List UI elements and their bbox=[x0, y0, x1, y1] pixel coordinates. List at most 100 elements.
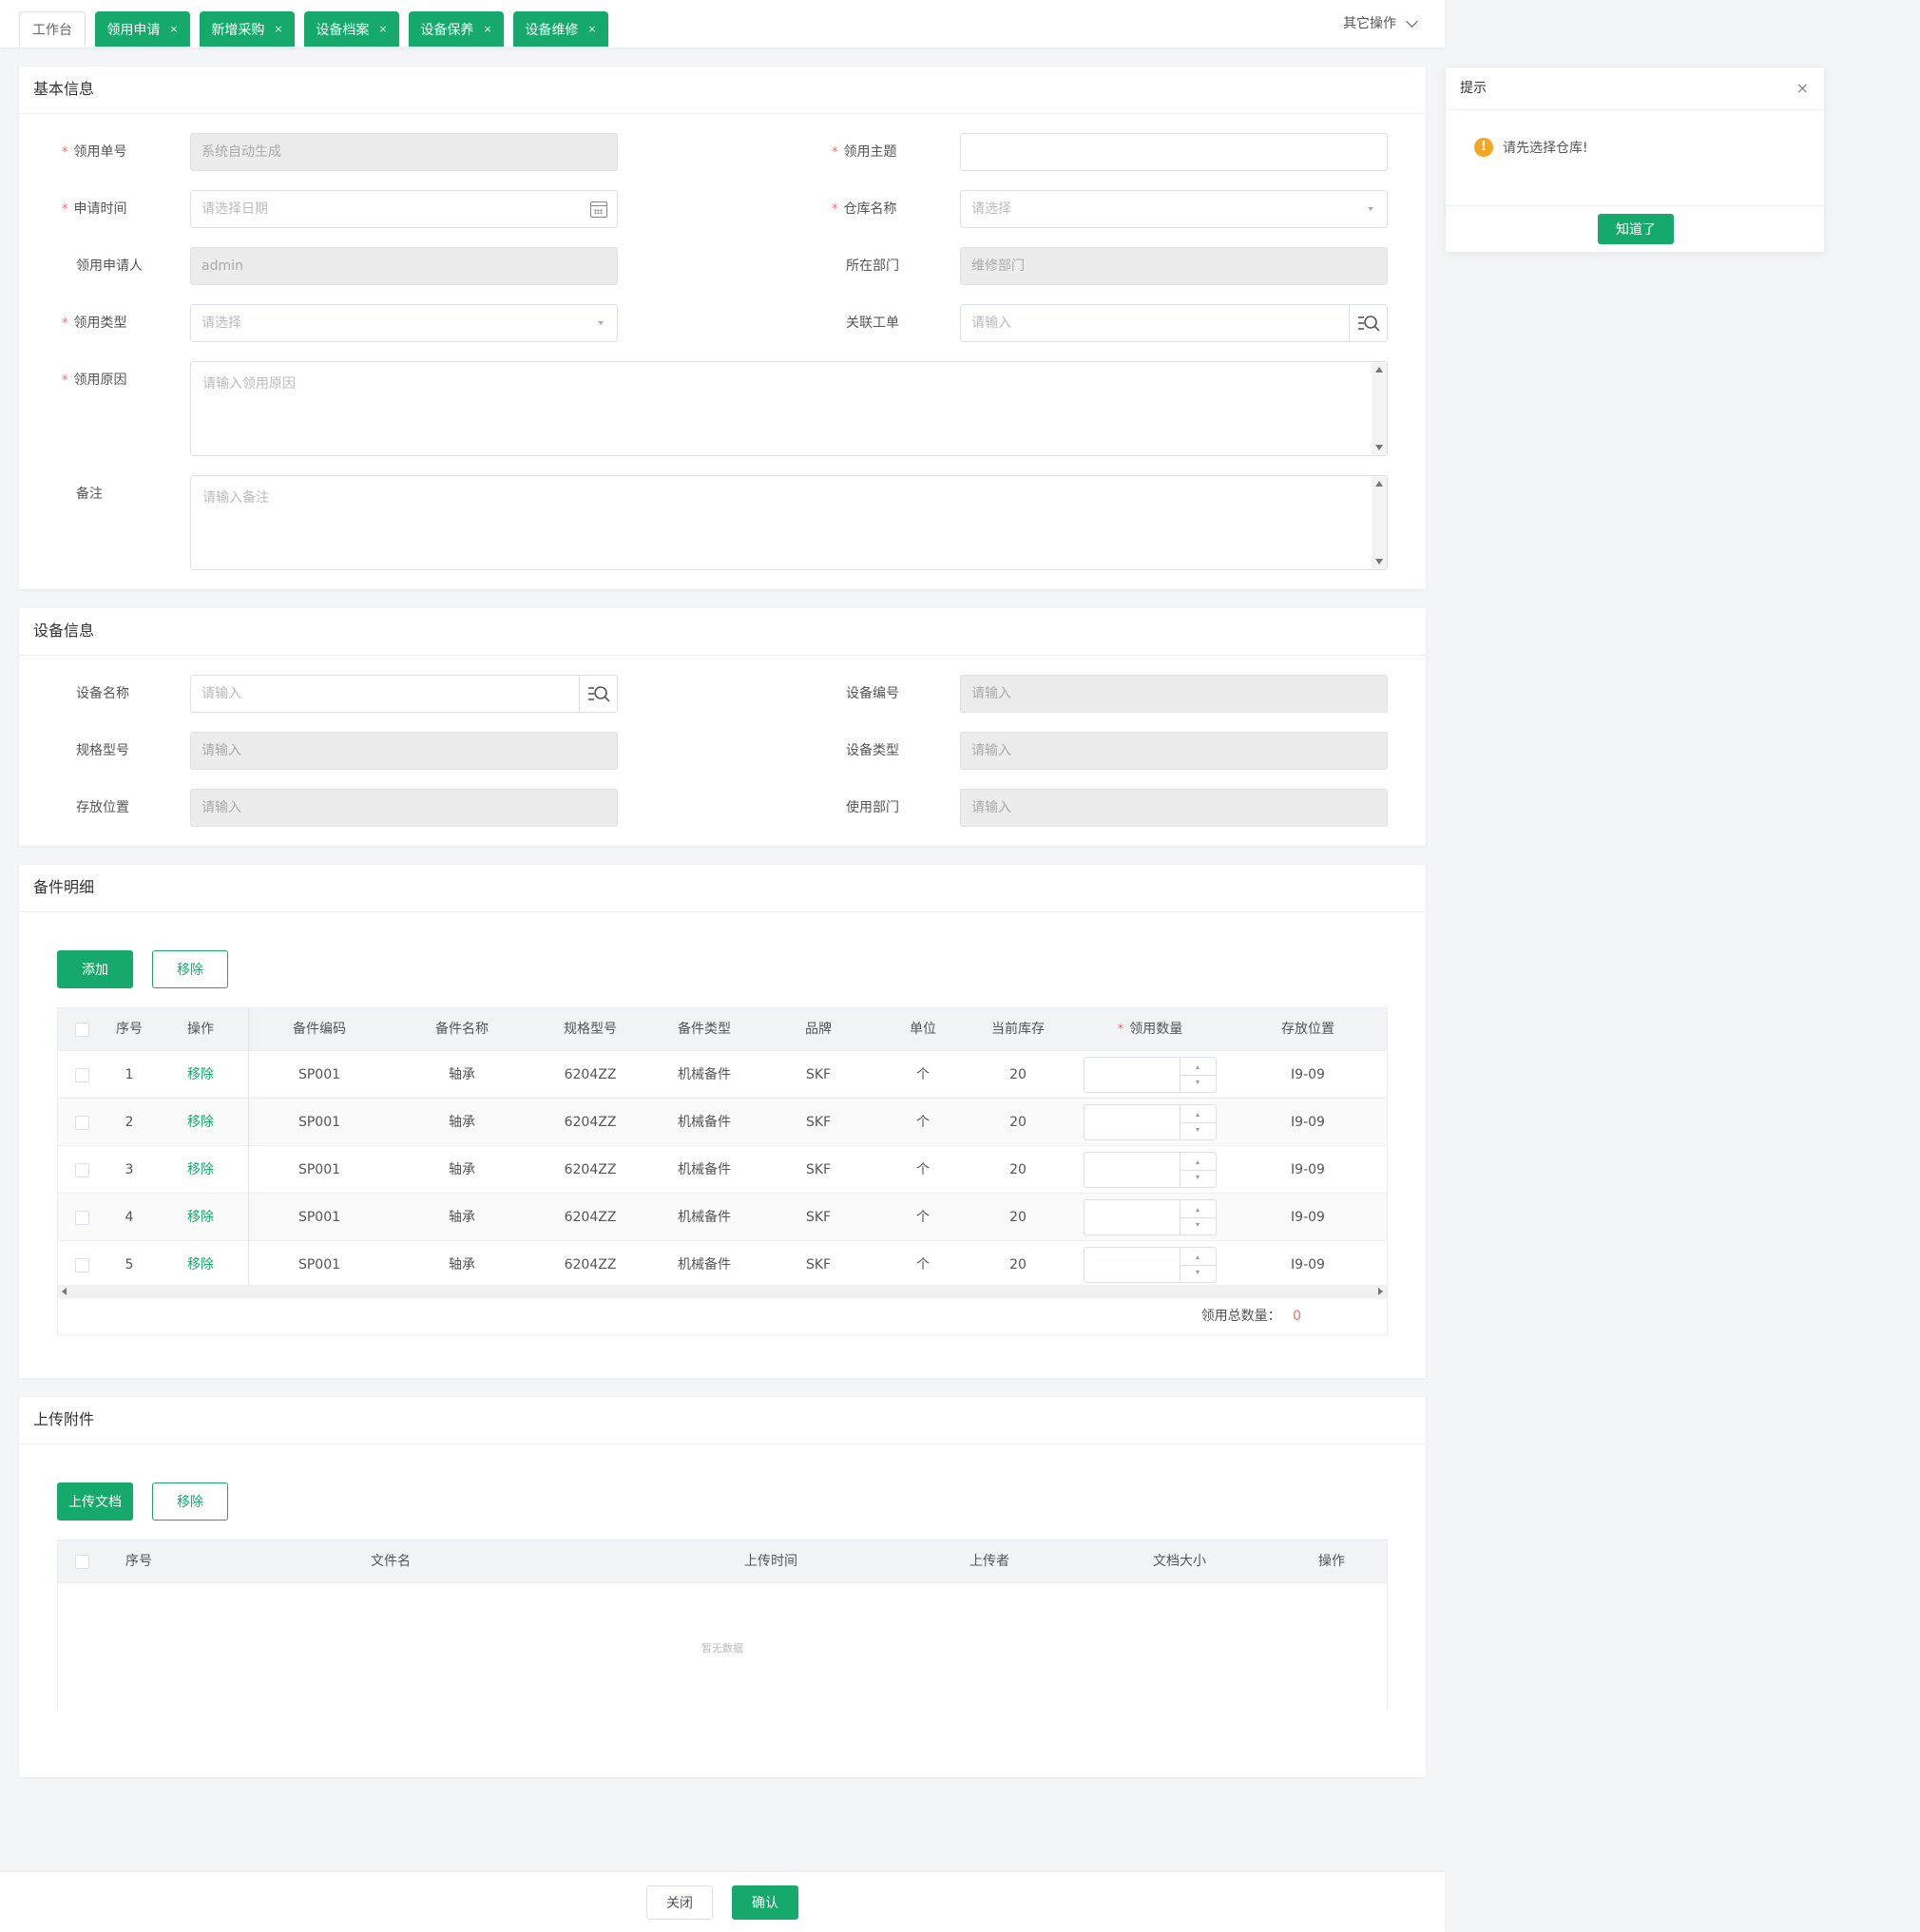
tab-device-archive[interactable]: 设备档案 × bbox=[304, 11, 399, 47]
col-header: 文件名 bbox=[371, 1554, 411, 1569]
col-header: 单位 bbox=[910, 1022, 936, 1037]
select-all-checkbox-cell[interactable] bbox=[58, 1008, 106, 1051]
decrement-icon[interactable] bbox=[1196, 1128, 1200, 1132]
confirm-button[interactable]: 确认 bbox=[732, 1885, 798, 1920]
part-name: 轴承 bbox=[449, 1257, 475, 1272]
scroll-down-icon[interactable] bbox=[1375, 445, 1383, 450]
location-label: 存放位置 bbox=[76, 800, 129, 815]
quantity-stepper[interactable] bbox=[1084, 1199, 1217, 1235]
part-code: SP001 bbox=[298, 1210, 341, 1225]
warehouse-select[interactable]: 请选择 bbox=[960, 190, 1388, 228]
calendar-icon[interactable] bbox=[590, 201, 607, 218]
tab-requisition[interactable]: 领用申请 × bbox=[95, 11, 190, 47]
increment-icon[interactable] bbox=[1196, 1065, 1200, 1069]
part-type: 机械备件 bbox=[678, 1067, 731, 1082]
tab-device-maintenance[interactable]: 设备保养 × bbox=[409, 11, 504, 47]
section-title: 基本信息 bbox=[19, 67, 1426, 114]
close-icon[interactable]: × bbox=[274, 23, 282, 35]
horizontal-scrollbar[interactable] bbox=[58, 1285, 1387, 1298]
upload-document-button[interactable]: 上传文档 bbox=[57, 1482, 133, 1521]
scroll-up-icon[interactable] bbox=[1375, 367, 1383, 373]
row-remove-link[interactable]: 移除 bbox=[163, 1099, 239, 1146]
quantity-stepper[interactable] bbox=[1084, 1104, 1217, 1140]
row-checkbox[interactable] bbox=[74, 1257, 89, 1272]
row-remove-link[interactable]: 移除 bbox=[163, 1194, 239, 1241]
reason-textarea[interactable]: 请输入领用原因 bbox=[190, 361, 1388, 456]
select-all-checkbox[interactable] bbox=[74, 1554, 89, 1569]
work-order-label: 关联工单 bbox=[846, 316, 899, 331]
dialog-message: ! 请先选择仓库! bbox=[1474, 138, 1588, 157]
tab-device-repair[interactable]: 设备维修 × bbox=[513, 11, 608, 47]
decrement-icon[interactable] bbox=[1196, 1271, 1200, 1274]
scrollbar[interactable] bbox=[1372, 476, 1387, 569]
col-header: 存放位置 bbox=[1281, 1022, 1334, 1037]
decrement-icon[interactable] bbox=[1196, 1223, 1200, 1227]
part-type: 机械备件 bbox=[678, 1210, 731, 1225]
part-code: SP001 bbox=[298, 1067, 341, 1082]
increment-icon[interactable] bbox=[1196, 1255, 1200, 1259]
increment-icon[interactable] bbox=[1196, 1113, 1200, 1117]
got-it-button[interactable]: 知道了 bbox=[1598, 214, 1674, 244]
row-checkbox[interactable] bbox=[74, 1210, 89, 1225]
close-button[interactable]: 关闭 bbox=[646, 1885, 713, 1920]
apply-time-label: * 申请时间 bbox=[62, 201, 127, 217]
caret-down-icon bbox=[598, 321, 604, 325]
row-checkbox[interactable] bbox=[74, 1162, 89, 1177]
tab-workbench[interactable]: 工作台 bbox=[19, 11, 86, 47]
row-checkbox[interactable] bbox=[74, 1115, 89, 1130]
add-part-button[interactable]: 添加 bbox=[57, 950, 133, 988]
row-checkbox[interactable] bbox=[74, 1067, 89, 1082]
table-row: 1 移除 SP001 轴承 6204ZZ 机械备件 SKF 个 20 I9-09 bbox=[58, 1051, 1387, 1099]
footer-bar: 关闭 确认 bbox=[0, 1872, 1445, 1932]
remark-textarea[interactable]: 请输入备注 bbox=[190, 475, 1388, 570]
table-row: 4 移除 SP001 轴承 6204ZZ 机械备件 SKF 个 20 I9-09 bbox=[58, 1194, 1387, 1241]
scroll-down-icon[interactable] bbox=[1375, 559, 1383, 564]
scrollbar[interactable] bbox=[1372, 362, 1387, 455]
tab-new-purchase[interactable]: 新增采购 × bbox=[200, 11, 295, 47]
select-all-checkbox-cell[interactable] bbox=[58, 1540, 106, 1583]
col-header: 规格型号 bbox=[564, 1022, 617, 1037]
apply-time-datepicker[interactable]: 请选择日期 bbox=[190, 190, 618, 228]
row-remove-link[interactable]: 移除 bbox=[163, 1146, 239, 1194]
increment-icon[interactable] bbox=[1196, 1208, 1200, 1212]
work-order-input[interactable]: 请输入 bbox=[960, 304, 1388, 342]
decrement-icon[interactable] bbox=[1196, 1176, 1200, 1179]
remove-part-button[interactable]: 移除 bbox=[152, 950, 228, 988]
tab-bar: 工作台 领用申请 × 新增采购 × 设备档案 × 设备保养 × 设备维修 × 其它操作 bbox=[0, 0, 1445, 48]
quantity-stepper[interactable] bbox=[1084, 1247, 1217, 1283]
quantity-stepper[interactable] bbox=[1084, 1152, 1217, 1188]
close-icon[interactable]: × bbox=[169, 23, 178, 35]
total-quantity: 领用总数量： 0 bbox=[1200, 1309, 1301, 1324]
device-name-input[interactable]: 请输入 bbox=[190, 675, 618, 713]
part-stock: 20 bbox=[1009, 1067, 1027, 1082]
part-brand: SKF bbox=[805, 1210, 832, 1225]
close-icon[interactable]: × bbox=[1796, 79, 1809, 97]
applicant-input: admin bbox=[190, 247, 618, 285]
quantity-stepper[interactable] bbox=[1084, 1057, 1217, 1093]
col-header: 备件编码 bbox=[293, 1022, 346, 1037]
remove-attachment-button[interactable]: 移除 bbox=[152, 1482, 228, 1521]
col-header: 操作 bbox=[187, 1022, 214, 1037]
part-model: 6204ZZ bbox=[564, 1257, 617, 1272]
scroll-right-icon[interactable] bbox=[1378, 1288, 1383, 1295]
row-remove-link[interactable]: 移除 bbox=[163, 1051, 239, 1099]
type-select[interactable]: 请选择 bbox=[190, 304, 618, 342]
close-icon[interactable]: × bbox=[587, 23, 596, 35]
close-icon[interactable]: × bbox=[378, 23, 387, 35]
part-model: 6204ZZ bbox=[564, 1115, 617, 1130]
increment-icon[interactable] bbox=[1196, 1160, 1200, 1164]
part-location: I9-09 bbox=[1291, 1257, 1325, 1272]
search-list-icon[interactable] bbox=[579, 675, 617, 713]
scroll-left-icon[interactable] bbox=[62, 1288, 67, 1295]
row-remove-link[interactable]: 移除 bbox=[163, 1241, 239, 1289]
remark-label: 备注 bbox=[76, 487, 103, 502]
search-list-icon[interactable] bbox=[1349, 304, 1387, 342]
scroll-up-icon[interactable] bbox=[1375, 481, 1383, 487]
close-icon[interactable]: × bbox=[483, 23, 491, 35]
subject-input[interactable] bbox=[960, 133, 1388, 171]
decrement-icon[interactable] bbox=[1196, 1081, 1200, 1084]
part-stock: 20 bbox=[1009, 1162, 1027, 1177]
part-code: SP001 bbox=[298, 1115, 341, 1130]
other-operations-dropdown[interactable]: 其它操作 bbox=[1343, 13, 1418, 32]
select-all-checkbox[interactable] bbox=[74, 1022, 89, 1037]
